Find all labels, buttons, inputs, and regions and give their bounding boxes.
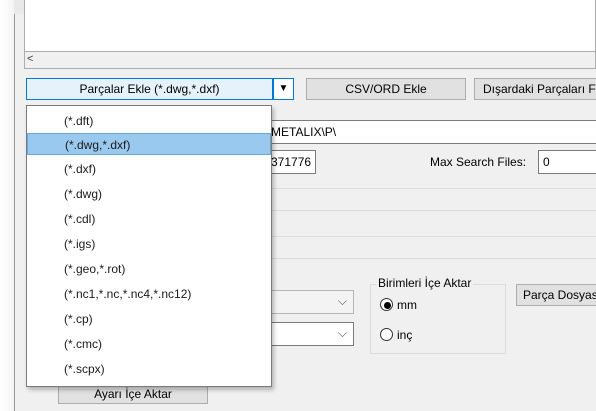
file-type-option[interactable]: (*.cdl): [27, 208, 271, 230]
window-shadow: [0, 0, 14, 411]
radio-mm-label: mm: [397, 298, 417, 312]
file-type-dropdown: (*.dft) (*.dwg,*.dxf) (*.dxf) (*.dwg) (*…: [26, 105, 272, 387]
path-field[interactable]: METALIX\P\: [266, 120, 596, 144]
file-type-option[interactable]: (*.scpx): [27, 358, 271, 380]
file-type-option[interactable]: (*.dwg): [27, 183, 271, 205]
units-group-title: Birimleri İçe Aktar: [376, 276, 474, 290]
option-select-2[interactable]: ⌵: [264, 322, 354, 346]
max-search-files-input[interactable]: 0: [538, 150, 596, 174]
part-file-button[interactable]: Parça Dosyas: [516, 284, 596, 306]
add-parts-combo[interactable]: Parçalar Ekle (*.dwg,*.dxf): [26, 78, 273, 100]
chevron-down-icon: ⌵: [337, 294, 347, 308]
number-field[interactable]: 371776: [266, 150, 316, 174]
import-settings-button[interactable]: Ayarı İçe Aktar: [58, 384, 208, 404]
separator: [266, 188, 596, 189]
scroll-left-icon[interactable]: <: [27, 53, 33, 65]
file-type-option[interactable]: (*.nc1,*.nc,*.nc4,*.nc12): [27, 283, 271, 305]
file-type-option[interactable]: (*.cmc): [27, 333, 271, 355]
csv-ord-add-button[interactable]: CSV/ORD Ekle: [306, 78, 466, 100]
file-type-option[interactable]: (*.geo,*.rot): [27, 258, 271, 280]
separator: [266, 236, 596, 237]
separator: [266, 258, 596, 259]
file-type-option[interactable]: (*.igs): [27, 233, 271, 255]
external-parts-button[interactable]: Dışardaki Parçaları Fi: [474, 78, 596, 100]
units-groupbox: [370, 284, 506, 354]
radio-inch-label: inç: [397, 328, 413, 342]
separator: [266, 210, 596, 211]
chevron-down-icon: ⌵: [337, 326, 347, 340]
option-select-1[interactable]: ⌵: [264, 290, 354, 314]
combo-dropdown-arrow-icon[interactable]: ▼: [273, 78, 294, 100]
radio-mm[interactable]: [380, 298, 393, 311]
file-type-option[interactable]: (*.dft): [27, 110, 271, 132]
horizontal-scrollbar[interactable]: <: [24, 52, 596, 69]
file-type-option-selected[interactable]: (*.dwg,*.dxf): [27, 133, 271, 155]
file-type-option[interactable]: (*.dxf): [27, 158, 271, 180]
radio-inch[interactable]: [380, 328, 393, 341]
max-search-files-label: Max Search Files:: [430, 155, 527, 169]
file-type-option[interactable]: (*.cp): [27, 308, 271, 330]
parts-list[interactable]: [24, 0, 596, 52]
